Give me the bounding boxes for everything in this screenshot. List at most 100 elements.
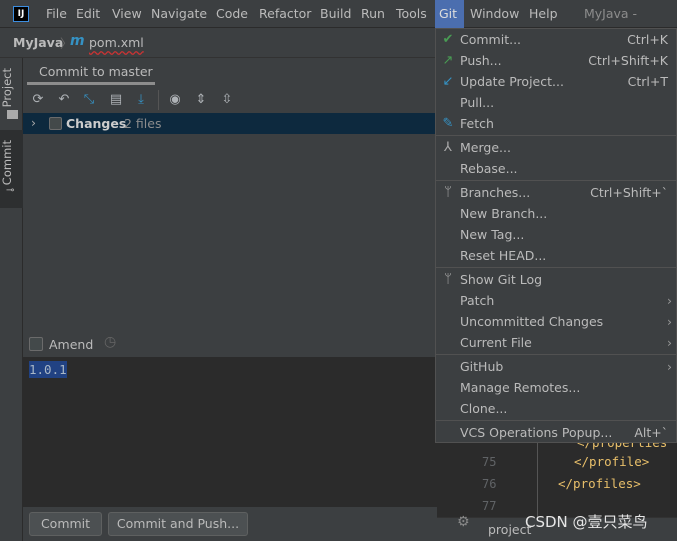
diff-icon[interactable]: ⤡ [81,92,97,108]
git-menu-item-merge[interactable]: ⅄ Merge... [436,137,676,158]
menu-item-label: Current File [460,335,532,350]
line-number: 76 [482,477,497,491]
commit-message-editor[interactable]: 1.0.1 [23,357,437,507]
code-line: </profiles> [558,476,641,491]
menu-item-label: VCS Operations Popup... [460,425,613,440]
menu-item-label: New Branch... [460,206,548,221]
changelist-icon[interactable]: ▤ [108,92,124,108]
menu-edit[interactable]: Edit [72,0,104,28]
menubar: IJ File Edit View Navigate Code Refactor… [0,0,677,49]
maven-file-icon: m [70,33,85,49]
menu-item-shortcut: Alt+` [634,425,668,440]
chevron-right-icon[interactable]: › [31,115,36,130]
side-tab-project[interactable]: Project [0,64,23,111]
commit-and-push-button[interactable]: Commit and Push... [108,512,248,536]
git-menu-item-patch[interactable]: Patch › [436,290,676,311]
menu-item-shortcut: Ctrl+T [627,74,668,89]
amend-checkbox[interactable] [29,337,43,351]
menu-item-label: New Tag... [460,227,525,242]
git-menu-item-push[interactable]: ↗ Push... Ctrl+Shift+K [436,50,676,71]
menu-file[interactable]: File [42,0,71,28]
changes-node[interactable]: › Changes 2 files [23,113,437,134]
side-tool-strip: Project Commit ⊸ [0,58,23,541]
code-line: </profile> [574,454,650,469]
menu-separator [436,180,676,181]
menu-item-label: Push... [460,53,502,68]
menu-item-label: Uncommitted Changes [460,314,604,329]
git-menu-item-branches[interactable]: ᛘ Branches... Ctrl+Shift+` [436,182,676,203]
menu-separator [436,135,676,136]
git-menu-item-current-file[interactable]: Current File › [436,332,676,353]
submenu-arrow-icon: › [667,335,672,350]
submenu-arrow-icon: › [667,314,672,329]
code-editor[interactable]: </properties 75 </profile> 76 </profiles… [437,435,677,541]
git-menu-item-show-git-log[interactable]: ᛘ Show Git Log [436,269,676,290]
rollback-icon[interactable]: ↶ [56,92,72,108]
git-menu-item-uncommitted-changes[interactable]: Uncommitted Changes › [436,311,676,332]
menu-separator [436,354,676,355]
git-menu-item-github[interactable]: GitHub › [436,356,676,377]
git-menu-item-fetch[interactable]: ✎ Fetch [436,113,676,134]
update-icon[interactable]: ⤓ [133,92,149,108]
menu-item-label: Update Project... [460,74,564,89]
line-number: 77 [482,499,497,513]
menu-window[interactable]: Window [466,0,523,28]
intellij-logo: IJ [13,6,29,22]
menu-run[interactable]: Run [357,0,389,28]
git-menu-item-pull[interactable]: Pull... [436,92,676,113]
menu-view[interactable]: View [108,0,146,28]
git-menu-item-manage-remotes[interactable]: Manage Remotes... [436,377,676,398]
refresh-icon[interactable]: ⟳ [30,92,46,108]
collapse-all-icon[interactable]: ⇳ [219,92,235,108]
changes-label: Changes [66,116,127,131]
merge-icon: ⅄ [444,140,452,155]
gear-icon[interactable]: ⚙ [457,514,470,530]
menu-build[interactable]: Build [316,0,355,28]
git-menu-item-rebase[interactable]: Rebase... [436,158,676,179]
git-menu-dropdown: ✔ Commit... Ctrl+K ↗ Push... Ctrl+Shift+K ↙ Upd… [435,28,677,443]
menu-item-label: Reset HEAD... [460,248,547,263]
watermark: CSDN @壹只菜鸟 [525,513,648,531]
git-menu-item-new-branch[interactable]: New Branch... [436,203,676,224]
menu-refactor[interactable]: Refactor [255,0,315,28]
menu-code[interactable]: Code [212,0,252,28]
menu-separator [436,420,676,421]
commit-icon: ⊸ [6,185,15,196]
side-tab-commit[interactable]: Commit [0,136,23,189]
commit-button[interactable]: Commit [29,512,102,536]
changes-checkbox[interactable] [49,117,62,130]
menu-help[interactable]: Help [525,0,562,28]
menu-item-label: Fetch [460,116,494,131]
menu-item-label: Manage Remotes... [460,380,581,395]
line-number: 75 [482,455,497,469]
menu-git[interactable]: Git [435,0,464,28]
menu-item-label: Clone... [460,401,508,416]
amend-label[interactable]: Amend [49,337,93,352]
menu-item-label: Pull... [460,95,495,110]
git-menu-item-reset-head[interactable]: Reset HEAD... [436,245,676,266]
changes-count: 2 files [124,116,162,131]
git-menu-item-clone[interactable]: Clone... [436,398,676,419]
menu-navigate[interactable]: Navigate [147,0,211,28]
commit-message-text[interactable]: 1.0.1 [29,361,67,378]
submenu-arrow-icon: › [667,293,672,308]
breadcrumb-project[interactable]: MyJava [13,35,63,50]
menu-item-label: Show Git Log [460,272,543,287]
menu-item-label: Branches... [460,185,531,200]
expand-all-icon[interactable]: ⇕ [193,92,209,108]
git-menu-item-new-tag[interactable]: New Tag... [436,224,676,245]
check-icon: ✔ [442,32,454,47]
fetch-icon: ✎ [442,116,454,131]
menu-item-label: Rebase... [460,161,518,176]
menu-tools[interactable]: Tools [392,0,431,28]
tab-commit-to-master[interactable]: Commit to master [39,64,153,79]
view-options-icon[interactable]: ◉ [167,92,183,108]
menu-item-label: Commit... [460,32,522,47]
submenu-arrow-icon: › [667,359,672,374]
git-menu-item-commit[interactable]: ✔ Commit... Ctrl+K [436,29,676,50]
git-menu-item-vcs-operations-popup[interactable]: VCS Operations Popup... Alt+` [436,422,676,443]
menu-item-shortcut: Ctrl+Shift+K [588,53,668,68]
git-menu-item-update-project[interactable]: ↙ Update Project... Ctrl+T [436,71,676,92]
breadcrumb-file[interactable]: pom.xml [89,35,144,50]
history-clock-icon[interactable]: ◷ [104,334,116,350]
